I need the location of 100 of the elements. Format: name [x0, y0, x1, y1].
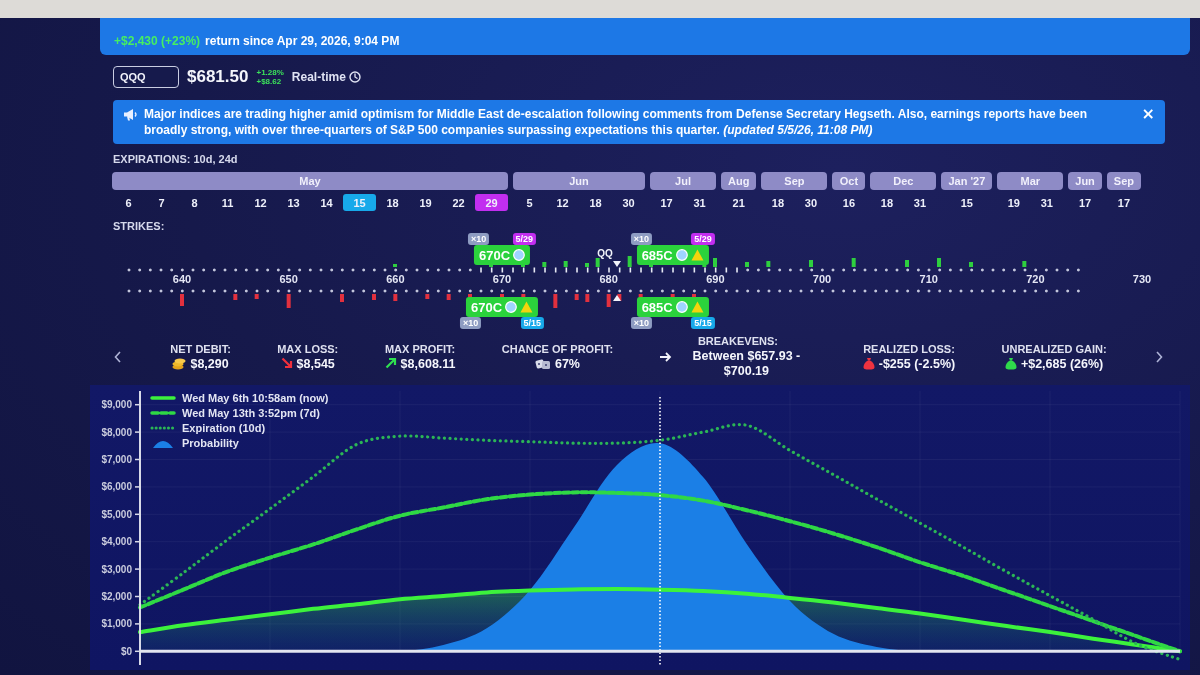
quantity-tag: ×10 — [630, 317, 652, 329]
clock-icon — [348, 71, 361, 83]
y-axis-label: $5,000 — [101, 508, 132, 520]
expirations-label: EXPIRATIONS: 10d, 24d — [113, 153, 238, 166]
strike-label: 720 — [1026, 273, 1045, 285]
expiration-date[interactable]: 7 — [145, 194, 178, 211]
stat-label: NET DEBIT: — [170, 342, 231, 355]
expiration-date[interactable]: 22 — [442, 194, 475, 211]
stat-label: BREAKEVENS: — [697, 335, 778, 347]
chevron-right-icon — [1154, 351, 1163, 363]
legend-label: Expiration (10d) — [182, 421, 266, 434]
expiration-date[interactable]: 12 — [546, 194, 579, 211]
y-axis-label: $0 — [120, 645, 132, 657]
expiration-date[interactable]: 30 — [794, 194, 828, 211]
expiration-date[interactable]: 15 — [950, 194, 984, 211]
expiration-date[interactable]: 11 — [211, 194, 244, 211]
arrow-right-icon — [659, 352, 673, 362]
stat-value: Between $657.93 - $700.19 — [691, 349, 802, 379]
stock-price: $681.50 — [187, 67, 249, 87]
stat-label: MAX LOSS: — [277, 342, 339, 355]
expiration-date[interactable]: 31 — [683, 194, 716, 211]
legend-line-icon — [150, 394, 176, 401]
coins-icon — [172, 356, 187, 370]
y-axis-label: $9,000 — [101, 399, 132, 411]
money-bag-icon — [862, 356, 875, 370]
return-text: return since Apr 29, 2026, 9:04 PM — [205, 33, 400, 48]
price-change-percent: +1.28% — [256, 68, 284, 77]
expiration-date[interactable]: 31 — [903, 194, 937, 211]
strike-label: 680 — [599, 273, 618, 285]
stat-value: $8,290 — [190, 356, 229, 372]
expiration-date[interactable]: 31 — [1030, 194, 1064, 211]
expiry-tag: 5/29 — [691, 233, 715, 245]
quantity-tag: ×10 — [630, 233, 652, 245]
legend-label: Wed May 6th 10:58am (now) — [182, 391, 329, 404]
strike-label: 650 — [279, 273, 298, 285]
close-button[interactable]: × — [1139, 106, 1157, 122]
strike-label: 700 — [812, 273, 832, 285]
strike-label: 640 — [172, 273, 192, 285]
stat-label: CHANCE OF PROFIT: — [501, 342, 614, 355]
expiration-date[interactable]: 19 — [409, 194, 442, 211]
symbol-input[interactable]: QQQ — [113, 66, 179, 88]
expiration-date[interactable]: 6 — [112, 194, 145, 211]
legend-label: Wed May 13th 3:52pm (7d) — [182, 406, 320, 419]
expiration-date[interactable]: 18 — [579, 194, 612, 211]
quantity-tag: ×10 — [467, 233, 490, 245]
expiration-date[interactable]: 18 — [870, 194, 904, 211]
stat-label: REALIZED LOSS: — [863, 342, 955, 355]
megaphone-icon — [123, 108, 138, 121]
dice-icon — [534, 356, 551, 370]
strike-label: 660 — [386, 273, 405, 285]
y-axis-label: $7,000 — [101, 454, 132, 465]
legend-line-icon — [150, 424, 176, 431]
y-axis-label: $3,000 — [101, 563, 132, 575]
expiration-date[interactable]: 21 — [722, 194, 756, 211]
legend-label: Probability — [182, 436, 239, 449]
scroll-left-button[interactable] — [112, 349, 124, 365]
legend-line-icon — [150, 409, 176, 416]
stat-label: MAX PROFIT: — [384, 342, 456, 355]
price-change-amount: +$8.62 — [256, 77, 283, 86]
expiry-tag: 5/29 — [512, 233, 537, 245]
quantity-tag: ×10 — [459, 317, 482, 329]
stat-value: $8,545 — [296, 356, 335, 372]
expiration-date[interactable]: 17 — [650, 194, 683, 211]
stat-label: UNREALIZED GAIN: — [1001, 342, 1107, 355]
expiration-date[interactable]: 17 — [1068, 194, 1102, 211]
expiration-date[interactable]: 18 — [376, 194, 409, 211]
expiration-date[interactable]: 12 — [244, 194, 277, 211]
stat-value: +$2,685 (26%) — [1020, 356, 1104, 372]
y-axis-label: $2,000 — [101, 591, 132, 602]
news-text: Major indices are trading higher amid optimism for Middle East de-escalation following comments from Defense Secretary Hegseth. Also, earnings reports have been broadly strong, with over three-quarters of S&P 500 companies surpassing expectations this quarter. (updated 5/5/26, 11:08 PM) — [144, 106, 1089, 138]
expiration-date[interactable]: 14 — [310, 194, 343, 211]
expiration-date[interactable]: 5 — [513, 194, 546, 211]
chevron-left-icon — [114, 351, 122, 363]
money-bag-icon — [1004, 356, 1017, 370]
stat-value: 67% — [554, 356, 580, 372]
arrow-down-right-icon — [280, 356, 293, 369]
expiration-date[interactable]: 19 — [997, 194, 1031, 211]
feed-status: Real-time — [291, 70, 346, 84]
expiration-date[interactable]: 17 — [1107, 194, 1141, 211]
strike-label: 730 — [1132, 273, 1152, 285]
y-axis-label: $4,000 — [101, 536, 132, 548]
stat-value: -$255 (-2.5%) — [878, 356, 956, 372]
y-axis-label: $6,000 — [101, 481, 132, 493]
strike-label: 710 — [919, 273, 938, 285]
expiration-date[interactable]: 18 — [761, 194, 795, 211]
y-axis-label: $1,000 — [101, 618, 132, 630]
expiration-date[interactable]: 8 — [178, 194, 211, 211]
strike-label: 690 — [706, 273, 725, 285]
y-axis-label: $8,000 — [101, 426, 132, 438]
return-gain: +$2,430 (+23%) — [114, 33, 201, 48]
stat-value: $8,608.11 — [400, 356, 456, 372]
expiration-date[interactable]: 30 — [612, 194, 645, 211]
expiry-tag: 5/15 — [691, 317, 715, 329]
expiration-date[interactable]: 16 — [832, 194, 866, 211]
expiration-date[interactable]: 13 — [277, 194, 310, 211]
expiration-date[interactable]: 29 — [475, 194, 508, 211]
expiry-tag: 5/15 — [520, 317, 545, 329]
arrow-up-right-icon — [384, 356, 397, 369]
strikes-label: STRIKES: — [113, 220, 165, 233]
strike-label: 670 — [492, 273, 512, 285]
